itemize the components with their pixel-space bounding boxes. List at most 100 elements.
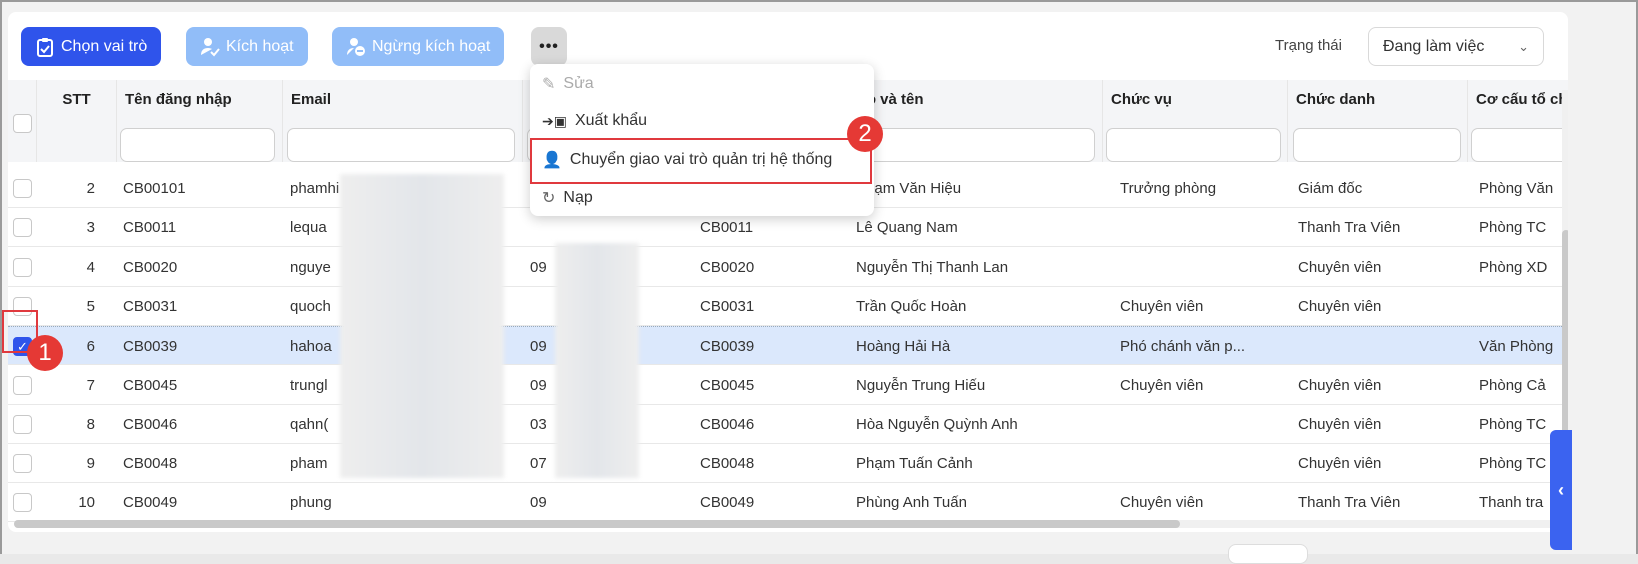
- menu-item-export[interactable]: ➔▣ Xuất khẩu: [542, 103, 647, 139]
- position-filter-input[interactable]: [1106, 128, 1281, 162]
- cell-position: [1120, 405, 1290, 444]
- row-checkbox[interactable]: [13, 454, 32, 474]
- cell-username: CB0039: [123, 338, 178, 356]
- table-row[interactable]: 4 CB0020 nguye 09 CB0020 Nguyễn Thị Thanh Lan…: [8, 248, 1568, 287]
- cell-title: Giám đốc: [1298, 180, 1363, 197]
- header-stt: STT: [37, 80, 117, 162]
- cell-username: CB0045: [123, 376, 178, 394]
- activate-label: Kích hoạt: [226, 37, 294, 55]
- collapse-panel-tab[interactable]: ‹: [1550, 430, 1572, 550]
- cell-stt: 10: [78, 494, 95, 512]
- cell-org: Văn Phòng: [1479, 338, 1554, 356]
- cell-position: Chuyên viên: [1120, 376, 1204, 394]
- ellipsis-icon: •••: [539, 37, 559, 55]
- cell-title: Chuyên viên: [1298, 415, 1382, 433]
- cell-username: CB0011: [123, 219, 177, 237]
- horizontal-scrollbar[interactable]: [14, 520, 1559, 528]
- cell-username: CB0049: [123, 494, 178, 512]
- cell-code: CB0048: [700, 455, 755, 473]
- menu-item-reload[interactable]: ↻ Nạp: [542, 180, 593, 216]
- table-row[interactable]: 5 CB0031 quoch CB0031 Trần Quốc Hoàn Chuyên v…: [8, 287, 1568, 326]
- status-filter-label: Trạng thái: [1275, 37, 1342, 54]
- deactivate-label: Ngừng kích hoạt: [372, 37, 491, 55]
- title-filter-input[interactable]: [1293, 128, 1461, 162]
- status-filter-value: Đang làm việc: [1383, 37, 1485, 55]
- cell-title: Chuyên viên: [1298, 376, 1382, 394]
- cell-title: Thanh Tra Viên: [1298, 494, 1401, 512]
- select-all-checkbox[interactable]: [13, 114, 32, 133]
- cell-code: CB0049: [700, 494, 755, 512]
- step-badge-2: 2: [847, 116, 883, 152]
- row-checkbox[interactable]: [13, 218, 32, 238]
- table-row[interactable]: 10 CB0049 phung 09 CB0049 Phùng Anh Tuấn Chuyê…: [8, 483, 1568, 523]
- cell-code: CB0031: [700, 297, 755, 315]
- cell-username: CB0031: [123, 297, 178, 315]
- clipboard-check-icon: [35, 37, 55, 57]
- cell-position: Chuyên viên: [1120, 297, 1204, 315]
- cell-code: CB0020: [700, 258, 755, 276]
- cell-org: Phòng XD: [1479, 258, 1548, 276]
- cell-title: [1298, 327, 1468, 366]
- user-minus-icon: [346, 37, 366, 57]
- pencil-icon: ✎: [542, 76, 556, 93]
- cell-code: CB0045: [700, 376, 755, 394]
- cell-username: CB0020: [123, 258, 178, 276]
- cell-position: [1120, 208, 1290, 247]
- cell-name: Nguyễn Trung Hiếu: [856, 376, 986, 394]
- cell-name: Phạm Tuấn Cảnh: [856, 455, 973, 473]
- cell-stt: 4: [86, 258, 95, 276]
- cell-email: phung: [290, 494, 332, 512]
- cell-org: Phòng TC: [1479, 219, 1547, 237]
- table-row[interactable]: 9 CB0048 pham 07 CB0048 Phạm Tuấn Cảnh Chuyên …: [8, 444, 1568, 484]
- cell-username: CB0046: [123, 415, 178, 433]
- row-checkbox[interactable]: [13, 375, 32, 395]
- more-actions-button[interactable]: •••: [531, 27, 567, 66]
- fullname-filter-input[interactable]: [851, 128, 1095, 162]
- redacted-phone-area: [555, 243, 639, 478]
- email-filter-input[interactable]: [287, 128, 515, 162]
- pagination-control[interactable]: [1228, 544, 1308, 564]
- cell-code: CB0039: [700, 338, 755, 356]
- table-row[interactable]: 8 CB0046 qahn(03 CB0046 Hòa Nguyễn Quỳnh Anh…: [8, 405, 1568, 444]
- cell-name: Phạm Văn Hiệu: [856, 180, 962, 197]
- cell-code: CB0046: [700, 415, 755, 433]
- cell-name: Phùng Anh Tuấn: [856, 494, 967, 512]
- table-row[interactable]: 7 CB0045 trungl 09 CB0045 Nguyễn Trung Hiếu Ch…: [8, 366, 1568, 405]
- user-check-icon: [200, 37, 220, 57]
- row-checkbox[interactable]: [13, 257, 32, 277]
- cell-stt: 5: [86, 297, 95, 315]
- choose-role-label: Chọn vai trò: [61, 37, 148, 55]
- chevron-down-icon: ⌄: [1518, 38, 1529, 54]
- username-filter-input[interactable]: [120, 128, 275, 162]
- cell-name: Hòa Nguyễn Quỳnh Anh: [856, 415, 1018, 433]
- select-all-header: [8, 80, 37, 162]
- deactivate-button[interactable]: Ngừng kích hoạt: [332, 27, 505, 66]
- highlight-box-transfer: [530, 138, 872, 184]
- choose-role-button[interactable]: Chọn vai trò: [21, 27, 162, 66]
- redacted-email-area: [340, 174, 504, 478]
- organization-filter-input[interactable]: [1471, 128, 1568, 162]
- row-checkbox[interactable]: [13, 179, 32, 198]
- menu-item-edit[interactable]: ✎ Sửa: [542, 66, 594, 102]
- refresh-icon: ↻: [542, 190, 556, 207]
- cell-position: [1120, 248, 1290, 287]
- activate-button[interactable]: Kích hoạt: [186, 27, 308, 66]
- cell-name: Nguyễn Thị Thanh Lan: [856, 258, 1009, 276]
- cell-name: Trần Quốc Hoàn: [856, 297, 967, 315]
- status-filter-select[interactable]: Đang làm việc ⌄: [1368, 27, 1544, 66]
- cell-username: CB00101: [123, 180, 186, 197]
- cell-username: CB0048: [123, 455, 178, 473]
- cell-title: Chuyên viên: [1298, 455, 1382, 473]
- table-row[interactable]: ✓ 6 CB0039 hahoa 09 CB0039 Hoàng Hải Hà Phó chá…: [8, 326, 1568, 366]
- cell-title: Chuyên viên: [1298, 258, 1382, 276]
- step-badge-1: 1: [27, 335, 63, 371]
- cell-phone: 09: [530, 494, 547, 512]
- cell-title: Thanh Tra Viên: [1298, 219, 1401, 237]
- row-checkbox[interactable]: [13, 493, 32, 513]
- cell-title: Chuyên viên: [1298, 297, 1382, 315]
- cell-position: Trưởng phòng: [1120, 180, 1217, 197]
- row-checkbox[interactable]: [13, 414, 32, 434]
- horizontal-scroll-thumb[interactable]: [14, 520, 1180, 528]
- cell-name: Lê Quang Nam: [856, 219, 958, 237]
- cell-stt: 3: [86, 219, 95, 237]
